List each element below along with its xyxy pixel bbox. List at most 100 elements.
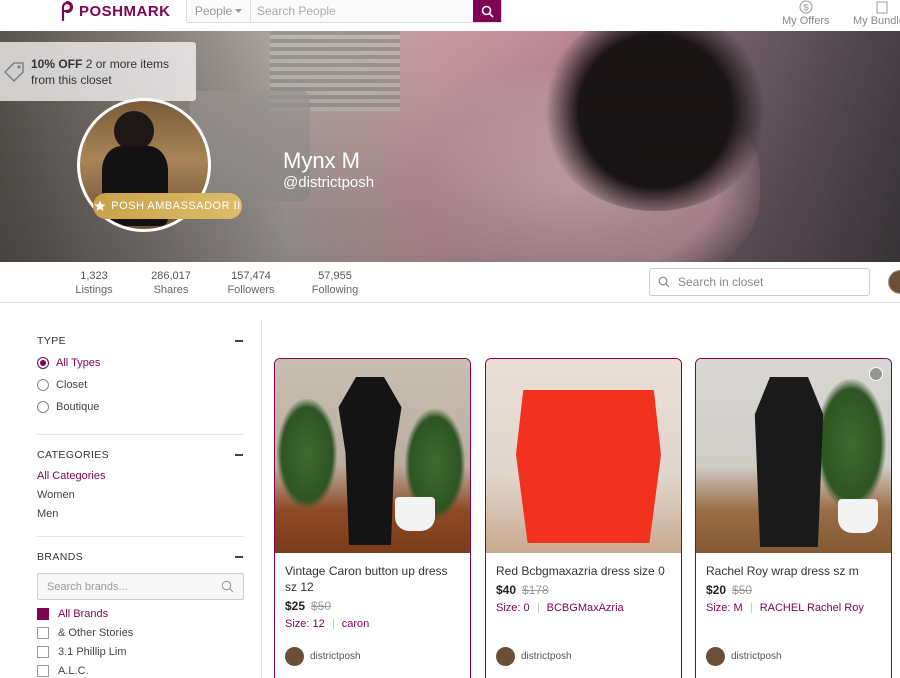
type-option-boutique[interactable]: Boutique <box>37 396 244 418</box>
seller-info[interactable]: districtposh <box>496 647 572 666</box>
listing-card[interactable]: Red Bcbgmaxazria dress size 0 $40 $178 Si… <box>485 358 682 678</box>
option-label: 3.1 Phillip Lim <box>58 645 127 658</box>
brand-option[interactable]: & Other Stories <box>37 623 244 642</box>
nav-my-bundles[interactable]: My Bundles <box>853 0 900 27</box>
avatar-photo-detail <box>114 111 154 151</box>
divider <box>37 536 244 537</box>
promo-condition: 2 or more items <box>82 56 170 71</box>
brand-search-input[interactable] <box>47 580 207 593</box>
listing-brand[interactable]: BCBGMaxAzria <box>547 602 624 614</box>
offers-icon: $ <box>799 0 813 14</box>
listing-image[interactable] <box>486 359 681 553</box>
listing-title[interactable]: Vintage Caron button up dress sz 12 <box>285 563 460 595</box>
category-all[interactable]: All Categories <box>37 467 244 486</box>
categories-filter-header[interactable]: CATEGORIES <box>37 448 244 462</box>
sidebar-divider <box>261 320 262 678</box>
seller-avatar <box>496 647 515 666</box>
category-men[interactable]: Men <box>37 505 244 524</box>
search-icon <box>658 276 670 288</box>
section-heading: TYPE <box>37 335 67 347</box>
logo-text: POSHMARK <box>79 2 171 20</box>
listing-price: $20 <box>706 583 727 597</box>
seller-name: districtposh <box>521 651 572 662</box>
option-label: Closet <box>56 379 88 391</box>
collapse-icon <box>235 556 243 558</box>
radio-button <box>37 357 49 369</box>
search-icon <box>221 580 234 593</box>
bundle-discount-banner[interactable]: 10% OFF 2 or more items from this closet <box>0 42 196 101</box>
brand-option[interactable]: A.L.C. <box>37 661 244 678</box>
stat-value: 1,323 <box>80 270 108 282</box>
brand-option[interactable]: 3.1 Phillip Lim <box>37 642 244 661</box>
listing-image[interactable] <box>696 359 891 553</box>
stat-value: 286,017 <box>151 270 191 282</box>
top-navigation: POSHMARK People $ My Offers My Bundles <box>0 0 900 31</box>
listing-brand[interactable]: RACHEL Rachel Roy <box>760 602 864 614</box>
listing-price: $25 <box>285 599 306 613</box>
stat-value: 57,955 <box>318 270 352 282</box>
global-search: People <box>186 0 502 23</box>
option-label: A.L.C. <box>58 664 89 677</box>
chevron-down-icon <box>235 8 243 13</box>
listing-title[interactable]: Red Bcbgmaxazria dress size 0 <box>496 563 671 579</box>
posh-ambassador-badge[interactable]: POSH AMBASSADOR II <box>93 193 242 219</box>
seller-info[interactable]: districtposh <box>285 647 361 666</box>
type-option-closet[interactable]: Closet <box>37 374 244 396</box>
nav-label: My Offers <box>782 15 830 27</box>
closet-search-input[interactable] <box>678 275 858 289</box>
original-price: $50 <box>311 599 332 613</box>
divider <box>37 434 244 435</box>
stat-followers[interactable]: 157,474 Followers <box>216 269 286 297</box>
category-women[interactable]: Women <box>37 486 244 505</box>
option-label: Boutique <box>56 401 100 413</box>
stat-value: 157,474 <box>231 270 271 282</box>
section-heading: BRANDS <box>37 551 84 563</box>
promo-discount: 10% OFF <box>31 56 83 71</box>
separator <box>750 603 752 613</box>
checkbox <box>37 607 49 620</box>
brands-filter-header[interactable]: BRANDS <box>37 550 244 564</box>
badge-label: POSH AMBASSADOR II <box>111 200 241 212</box>
type-option-all[interactable]: All Types <box>37 352 244 374</box>
user-avatar[interactable] <box>888 270 900 294</box>
stat-shares[interactable]: 286,017 Shares <box>136 269 206 297</box>
search-button[interactable] <box>473 0 501 22</box>
seller-info[interactable]: districtposh <box>706 647 782 666</box>
image-detail <box>395 497 435 531</box>
listing-card[interactable]: Vintage Caron button up dress sz 12 $25 $… <box>274 358 471 678</box>
listing-size[interactable]: Size: M <box>706 602 743 614</box>
separator <box>537 603 539 613</box>
image-detail <box>516 390 661 543</box>
stat-following[interactable]: 57,955 Following <box>300 269 370 297</box>
search-category-dropdown[interactable]: People <box>187 0 251 22</box>
poshmark-logo[interactable]: POSHMARK <box>57 1 171 21</box>
video-play-icon[interactable] <box>869 367 883 381</box>
search-category-label: People <box>194 4 233 18</box>
type-filter-header[interactable]: TYPE <box>37 334 244 348</box>
option-label: All Brands <box>58 607 109 620</box>
brand-search <box>37 573 244 600</box>
nav-label: My Bundles <box>853 15 900 27</box>
stat-listings[interactable]: 1,323 Listings <box>59 269 129 297</box>
bundle-icon <box>876 1 888 14</box>
stat-label: Following <box>311 284 359 296</box>
closet-search <box>649 268 870 296</box>
listing-title[interactable]: Rachel Roy wrap dress sz m <box>706 563 881 579</box>
original-price: $178 <box>522 583 549 597</box>
listing-brand[interactable]: caron <box>342 618 370 630</box>
listing-card[interactable]: Rachel Roy wrap dress sz m $20 $50 Size: … <box>695 358 892 678</box>
search-icon <box>481 5 494 18</box>
promo-text: 10% OFF 2 or more items from this closet <box>31 56 169 88</box>
original-price: $50 <box>732 583 753 597</box>
checkbox <box>37 626 49 639</box>
listing-image[interactable] <box>275 359 470 553</box>
collapse-icon <box>235 454 243 456</box>
search-input[interactable] <box>251 0 473 22</box>
listing-size[interactable]: Size: 12 <box>285 618 325 630</box>
checkbox <box>37 664 49 677</box>
seller-avatar <box>706 647 725 666</box>
nav-my-offers[interactable]: $ My Offers <box>782 0 829 27</box>
price-tag-icon <box>4 61 24 82</box>
listing-size[interactable]: Size: 0 <box>496 602 530 614</box>
brand-option-all[interactable]: All Brands <box>37 604 244 623</box>
